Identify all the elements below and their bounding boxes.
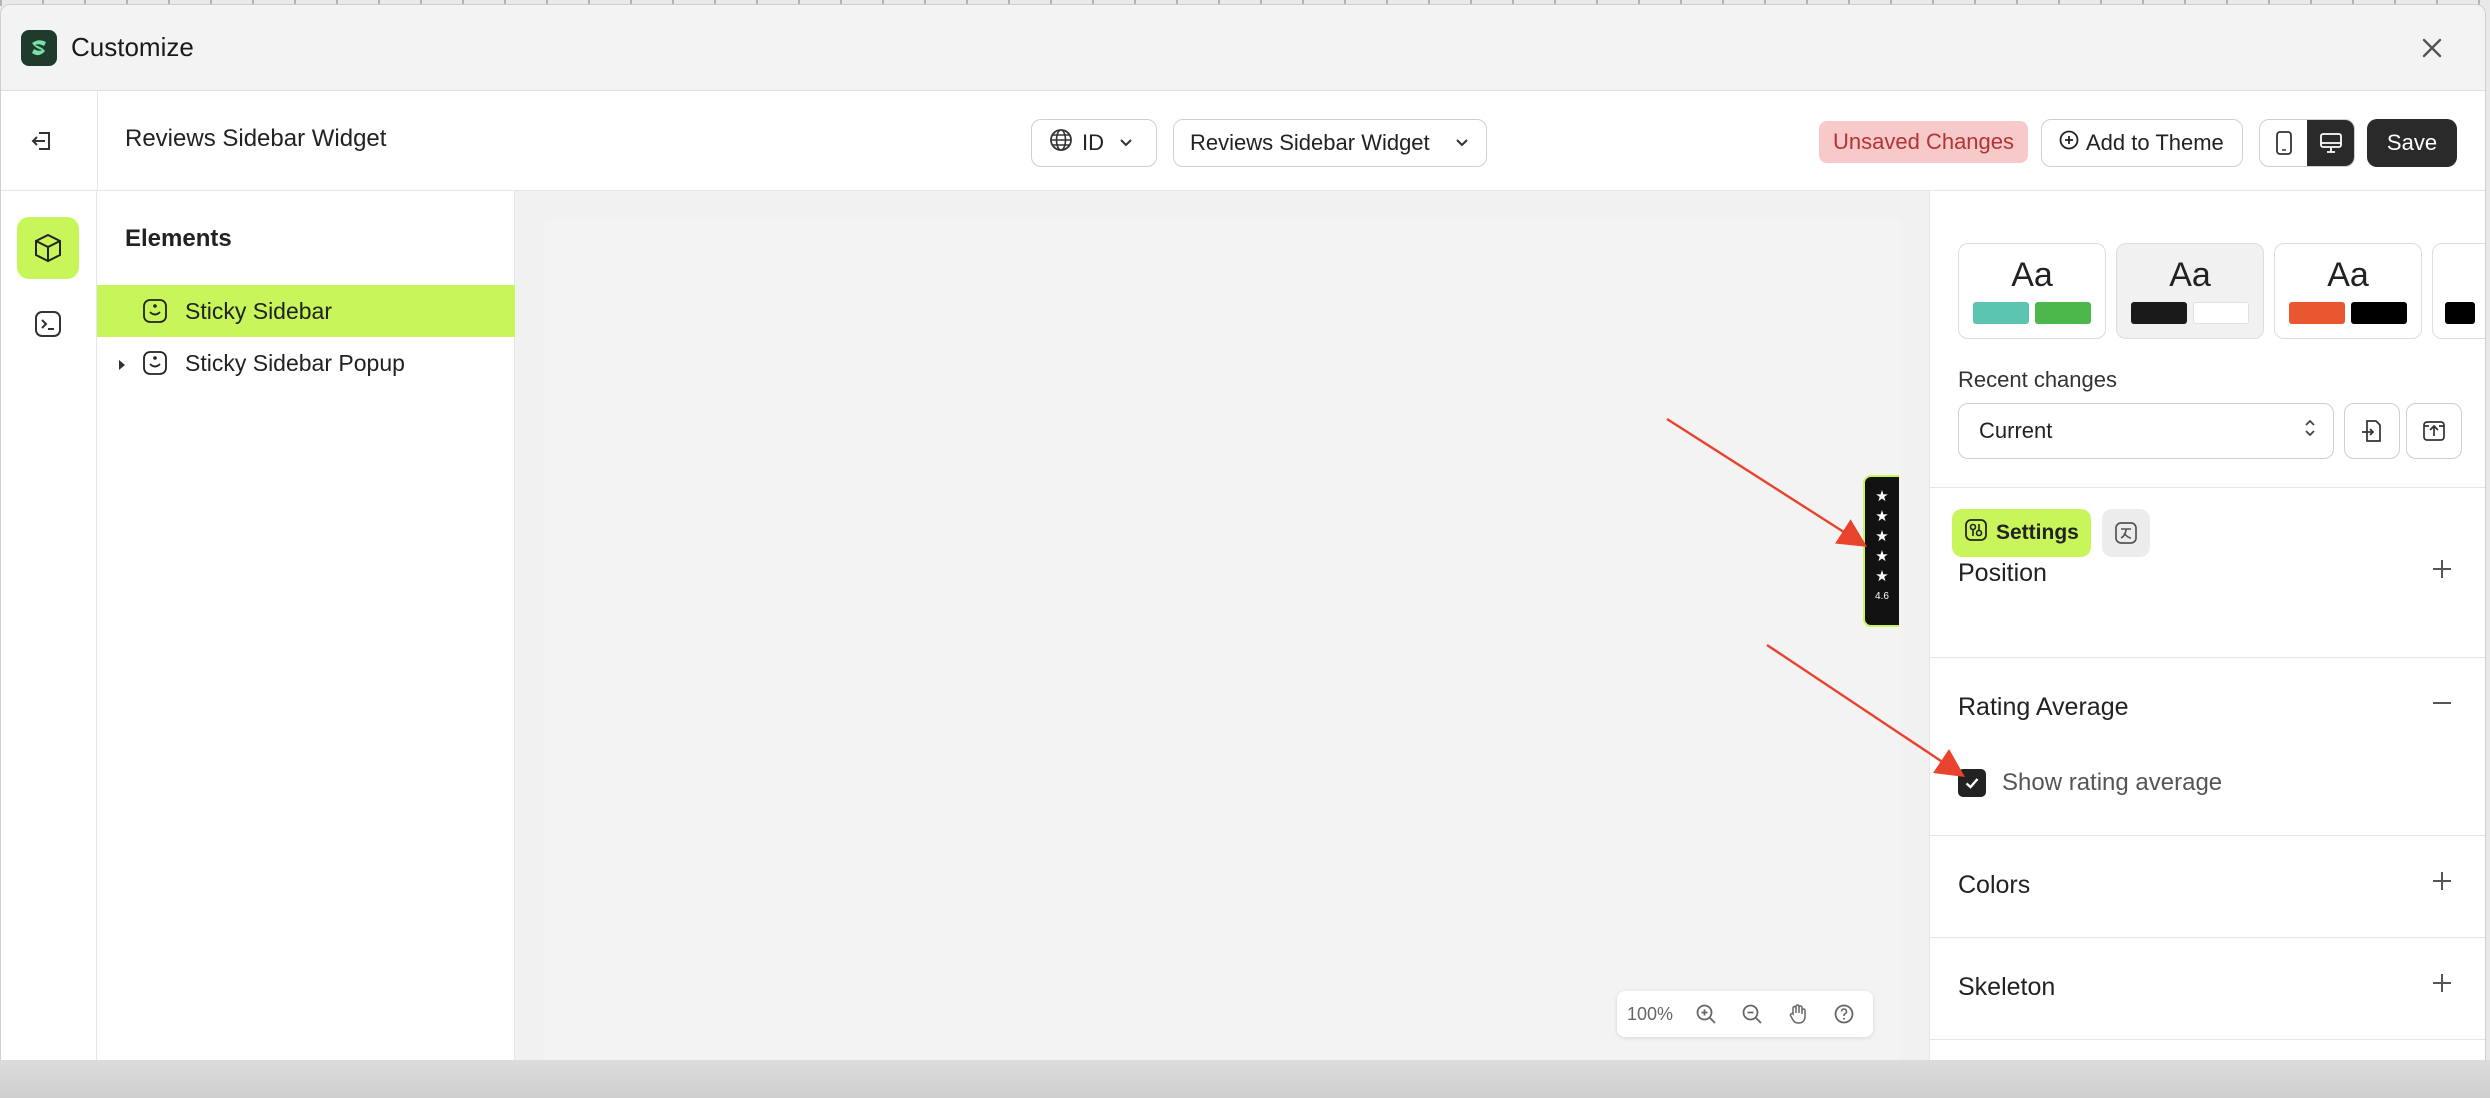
layer-label: Sticky Sidebar <box>185 297 333 324</box>
show-rating-average-checkbox[interactable] <box>1958 769 1986 797</box>
theme-swatch <box>2193 302 2249 324</box>
mobile-icon[interactable] <box>2260 120 2307 166</box>
preview-area <box>545 219 1901 1091</box>
panel-divider <box>1930 487 2485 488</box>
theme-preset-card[interactable]: Aa <box>1958 243 2106 339</box>
save-button[interactable]: Save <box>2367 119 2457 167</box>
bottom-edge <box>0 1060 2490 1098</box>
zoom-in-icon[interactable] <box>1683 1002 1729 1026</box>
reviews-sidebar-widget[interactable]: ★ ★ ★ ★ ★ 4.6 <box>1863 475 1899 627</box>
recent-changes-label: Recent changes <box>1958 367 2117 392</box>
theme-swatch <box>1973 302 2029 324</box>
elements-heading: Elements <box>125 225 232 252</box>
import-icon[interactable] <box>2344 403 2400 459</box>
section-divider <box>1930 1039 2485 1040</box>
app-logo-icon <box>21 29 57 66</box>
theme-preset-label: Aa <box>2327 256 2369 294</box>
zoom-out-icon[interactable] <box>1729 1002 1775 1026</box>
tab-translate-icon[interactable] <box>2102 509 2150 557</box>
editor-toolbar: Reviews Sidebar Widget ID Reviews Sideba… <box>1 91 2485 191</box>
hand-pan-icon[interactable] <box>1775 1002 1821 1026</box>
section-divider <box>1930 657 2485 658</box>
plus-circle-icon <box>2058 129 2080 157</box>
recent-changes-select[interactable]: Current <box>1958 403 2334 459</box>
close-icon[interactable] <box>2417 33 2447 63</box>
layer-sticky-sidebar[interactable]: Sticky Sidebar <box>97 285 515 337</box>
updown-chevron-icon <box>2303 417 2317 445</box>
rating-average-value: 4.6 <box>1875 591 1889 602</box>
section-rating-average-title[interactable]: Rating Average <box>1958 693 2129 722</box>
settings-panel: Aa Aa Aa Recent changes Current Settings… <box>1929 191 2485 1091</box>
minus-icon[interactable] <box>2430 691 2454 715</box>
star-icon: ★ <box>1875 548 1889 565</box>
desktop-icon[interactable] <box>2307 120 2354 166</box>
template-select[interactable]: Reviews Sidebar Widget <box>1173 119 1487 167</box>
help-icon[interactable] <box>1821 1002 1867 1026</box>
widget-smile-icon <box>141 349 169 377</box>
template-value: Reviews Sidebar Widget <box>1190 130 1430 155</box>
star-icon: ★ <box>1875 508 1889 525</box>
code-terminal-icon[interactable] <box>17 293 79 355</box>
theme-preset-label: Aa <box>2011 256 2053 294</box>
chevron-down-icon <box>1454 130 1470 156</box>
export-icon[interactable] <box>2406 403 2462 459</box>
plus-icon[interactable] <box>2430 971 2454 995</box>
theme-preset-label: Aa <box>2169 256 2211 294</box>
theme-preset-card[interactable]: Aa <box>2274 243 2422 339</box>
section-skeleton-title[interactable]: Skeleton <box>1958 973 2055 1002</box>
layer-label: Sticky Sidebar Popup <box>185 349 405 376</box>
theme-swatch <box>2445 302 2475 324</box>
toolbar-divider <box>97 91 98 191</box>
elements-cube-icon[interactable] <box>17 217 79 279</box>
theme-swatch <box>2351 302 2407 324</box>
settings-sliders-icon <box>1964 518 1988 548</box>
chevron-down-icon <box>1118 130 1134 156</box>
theme-preset-card[interactable] <box>2432 243 2485 339</box>
device-toggle <box>2259 119 2355 167</box>
theme-swatch <box>2289 302 2345 324</box>
language-select[interactable]: ID <box>1031 119 1157 167</box>
add-to-theme-button[interactable]: Add to Theme <box>2041 119 2243 167</box>
widget-smile-icon <box>141 297 169 325</box>
recent-changes-value: Current <box>1979 418 2053 443</box>
unsaved-changes-badge: Unsaved Changes <box>1819 121 2029 163</box>
elements-panel: Elements Sticky Sidebar Sticky Sidebar P… <box>97 191 515 1091</box>
title-bar: Customize <box>1 5 2485 91</box>
exit-icon[interactable] <box>25 123 61 159</box>
customize-window: Customize Reviews Sidebar Widget ID Revi… <box>0 4 2486 1092</box>
star-icon: ★ <box>1875 568 1889 585</box>
plus-icon[interactable] <box>2430 557 2454 581</box>
tab-settings-label: Settings <box>1996 521 2079 544</box>
caret-right-icon[interactable] <box>117 350 127 377</box>
star-icon: ★ <box>1875 528 1889 545</box>
page-name: Reviews Sidebar Widget <box>125 125 387 152</box>
plus-icon[interactable] <box>2430 869 2454 893</box>
show-rating-average-option[interactable]: Show rating average <box>1958 769 2222 797</box>
layer-sticky-sidebar-popup[interactable]: Sticky Sidebar Popup <box>97 337 515 389</box>
section-divider <box>1930 835 2485 836</box>
tab-settings[interactable]: Settings <box>1952 509 2091 557</box>
theme-swatch <box>2131 302 2187 324</box>
show-rating-average-label: Show rating average <box>2002 769 2223 796</box>
theme-preset-card[interactable]: Aa <box>2116 243 2264 339</box>
add-to-theme-label: Add to Theme <box>2086 130 2224 155</box>
left-rail <box>1 191 97 1091</box>
preview-canvas: ★ ★ ★ ★ ★ 4.6 100% <box>515 191 1929 1091</box>
section-position-title[interactable]: Position <box>1958 559 2047 588</box>
globe-icon <box>1048 127 1074 159</box>
window-title: Customize <box>71 32 194 62</box>
theme-swatch <box>2035 302 2091 324</box>
section-colors-title[interactable]: Colors <box>1958 871 2030 900</box>
zoom-level: 100% <box>1626 1003 1674 1024</box>
section-divider <box>1930 937 2485 938</box>
star-icon: ★ <box>1875 488 1889 505</box>
zoom-controls: 100% <box>1617 991 1873 1037</box>
language-value: ID <box>1082 130 1104 155</box>
